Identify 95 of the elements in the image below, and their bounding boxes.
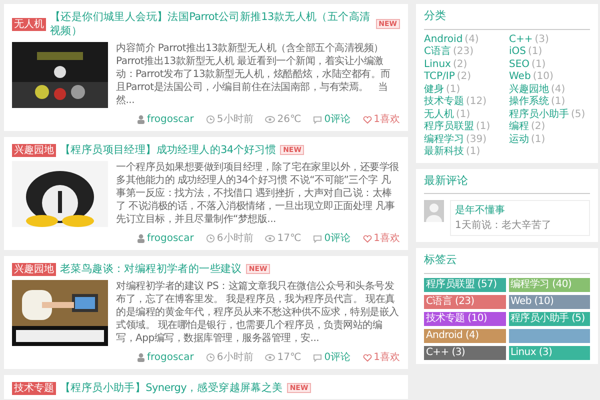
category-count: (1) [446,84,460,96]
user-icon [136,234,145,243]
category-link[interactable]: SEO [509,58,530,71]
comments-link[interactable]: 0评论 [313,350,351,365]
post-title[interactable]: 【程序员项目经理】成功经理人的34个好习惯 [60,143,276,157]
category-link[interactable]: 运动 [509,134,529,146]
post-title[interactable]: 老菜鸟趣谈：对编程初学者的一些建议 [60,262,242,276]
author-link[interactable]: frogoscar [136,231,194,246]
eye-icon [265,354,276,361]
category-count: (39) [466,134,487,146]
category-count: (23) [452,46,474,58]
tag-chip[interactable]: 程序员小助手 (5) [508,312,590,326]
author-link[interactable]: frogoscar [136,350,194,365]
user-icon [136,353,145,362]
category-link[interactable]: 健身 [424,84,444,96]
category-count: (1) [528,46,542,58]
post-title[interactable]: 【程序员小助手】Synergy，感受穿越屏幕之美 [60,381,283,395]
post-time: 6小时前 [216,350,254,365]
category-count: (2) [456,71,472,84]
category-count: (1) [532,58,546,71]
view-count: 26℃ [277,113,302,127]
author-link[interactable]: frogoscar [136,112,194,127]
category-tag[interactable]: 兴趣园地 [12,262,56,276]
category-link[interactable]: 操作系统 [509,96,549,108]
tag-chip[interactable]: Android (4) [424,328,506,342]
category-link[interactable]: 编程 [509,121,529,134]
clock-icon [206,353,215,362]
post-time: 6小时前 [216,232,254,246]
comments-link[interactable]: 0评论 [313,112,351,127]
category-tag[interactable]: 技术专题 [12,382,56,394]
eye-icon [265,235,276,242]
category-count: (10) [532,71,554,84]
section-title: 最新评论 [424,172,590,194]
eye-icon [265,116,276,123]
category-count: (1) [476,121,490,134]
avatar-icon [424,200,444,222]
category-count: (5) [571,108,586,121]
category-link[interactable]: Web [509,71,531,84]
section-title: 标签云 [424,252,590,274]
category-link[interactable]: 最新科技 [424,146,464,158]
post-excerpt: 一个程序员如果想要做到项目经理，除了宅在家里以外，还要学很多其他能力的 成功经理人的34个好习惯 不说“不可能”三个字 凡事第一反应：找方法，不找借口 遇到挫折，大声对自己说：太棒了 不说消极的话，不落入消极情绪，一旦出现立即正面处理 凡事先订立目标，并且尽量制作“梦想版... [116,161,400,226]
tag-chip[interactable]: C语言 (23) [424,294,506,308]
heart-icon [362,354,372,362]
category-count: (4) [551,84,566,96]
post-title[interactable]: 【还是你们城里人会玩】法国Parrot公司新推13款无人机（五个高清视频） [50,10,372,38]
category-tag[interactable]: 无人机 [12,18,46,30]
tag-chip[interactable]: 编程学习 (40) [508,278,590,292]
heart-icon [362,234,372,242]
category-count: (1) [531,134,546,146]
category-count: (12) [466,96,487,108]
tag-chip[interactable]: 技术专题 (10) [424,312,506,326]
tag-chip[interactable] [508,328,590,342]
category-link[interactable]: 编程学习 [424,134,464,146]
category-count: (1) [551,96,566,108]
speech-bubble-icon [313,116,322,124]
like-link[interactable]: 1喜欢 [362,231,400,246]
category-link[interactable]: C语言 [424,46,451,58]
category-link[interactable]: 兴趣园地 [509,84,549,96]
like-link[interactable]: 1喜欢 [362,112,400,127]
category-count: (3) [534,34,549,46]
category-link[interactable]: 程序员联盟 [424,121,474,134]
category-link[interactable]: C++ [509,34,533,46]
tag-chip[interactable]: Web (10) [508,294,590,308]
category-link[interactable]: 程序员小助手 [509,108,569,121]
category-link[interactable]: 技术专题 [424,96,464,108]
category-link[interactable]: Android [424,34,463,46]
heart-icon [362,116,372,124]
category-link[interactable]: TCP/IP [424,71,455,84]
user-icon [136,115,145,124]
category-count: (2) [452,58,468,71]
view-count: 17℃ [277,351,302,365]
category-link[interactable]: Linux [424,58,451,71]
post-excerpt: 内容简介 Parrot推出13款新型无人机（含全部五个高清视频） Parrot推出13款新型无人机 最近看到一个新闻，着实让小编激动：Parrot发布了13款新型无人机，炫酷酷炫，水陆空都有。而且Parrot是法国公司，小编目前住在法国南部，与有荣焉。 当然... [116,42,392,107]
category-count: (1) [466,146,480,158]
tag-chip[interactable]: 程序员联盟 (57) [424,278,506,292]
category-link[interactable]: 无人机 [424,108,454,121]
category-count: (2) [531,121,546,134]
category-count: (1) [456,108,470,121]
post-time: 5小时前 [216,112,254,127]
like-link[interactable]: 1喜欢 [362,350,400,365]
speech-bubble-icon [313,354,322,362]
comment-text: 1天前说：老大辛苦了 [455,218,552,233]
tag-chip[interactable]: C++ (3) [424,346,506,360]
category-count: (4) [464,34,479,46]
post-excerpt: 对编程初学者的建议 PS：这篇文章我只在微信公众号和头条号发布了，忘了在博客里发。 我是程序员，我为程序员代言。 现在真的是编程的黄金年代，程序员从来不愁这种供不应求，特别是嵌入式领域。 现在哪怕是银行，也需要几个程序员，负责网站的编写，App编写，数据库管理，服务器管理，安... [116,280,400,345]
comment-author[interactable]: 是年不懂事 [455,203,505,218]
clock-icon [206,234,215,243]
tag-chip[interactable]: Linux (3) [508,346,590,360]
category-tag[interactable]: 兴趣园地 [12,144,56,156]
section-title: 分类 [424,8,590,30]
comments-link[interactable]: 0评论 [313,231,351,246]
category-link[interactable]: iOS [509,46,526,58]
view-count: 17℃ [277,232,302,246]
speech-bubble-icon [313,234,322,242]
clock-icon [206,115,215,124]
